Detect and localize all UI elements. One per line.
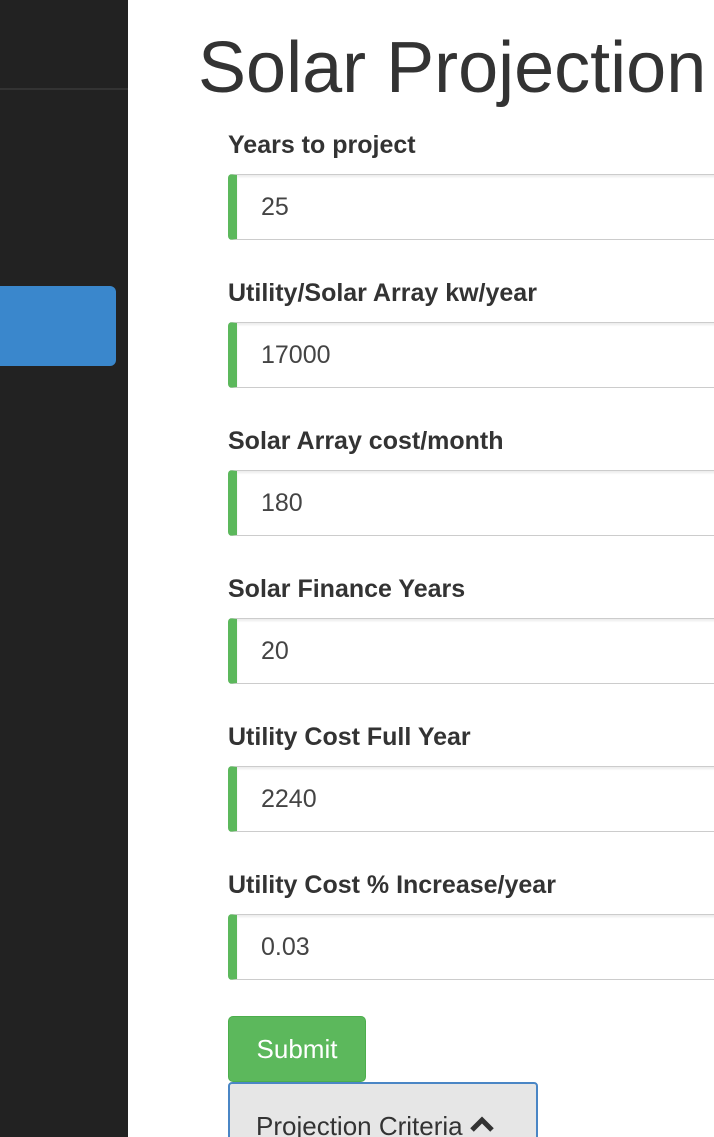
chevron-up-icon [469,1109,495,1137]
finance-years-input[interactable] [228,618,714,684]
years-to-project-input[interactable] [228,174,714,240]
utility-increase-input[interactable] [228,914,714,980]
field-label: Utility/Solar Array kw/year [228,279,537,307]
sidebar-divider [0,88,128,90]
submit-button[interactable]: Submit [228,1016,366,1082]
field-utility-increase: Utility Cost % Increase/year [228,870,714,980]
projection-criteria-label: Projection Criteria [256,1110,463,1137]
field-kw-per-year: Utility/Solar Array kw/year [228,278,714,388]
main-content: Solar Projection Years to project Utilit… [128,0,714,1137]
sidebar [0,0,128,1137]
projection-criteria-toggle[interactable]: Projection Criteria [228,1082,538,1137]
field-label: Solar Array cost/month [228,427,504,455]
field-array-cost-month: Solar Array cost/month [228,426,714,536]
field-utility-cost-year: Utility Cost Full Year [228,722,714,832]
kw-per-year-input[interactable] [228,322,714,388]
field-label: Years to project [228,131,416,159]
field-label: Solar Finance Years [228,575,466,603]
field-label: Utility Cost % Increase/year [228,871,556,899]
field-finance-years: Solar Finance Years [228,574,714,684]
utility-cost-year-input[interactable] [228,766,714,832]
field-label: Utility Cost Full Year [228,723,471,751]
field-years-to-project: Years to project [228,130,714,240]
array-cost-month-input[interactable] [228,470,714,536]
page-title: Solar Projection [198,28,707,108]
sidebar-active-item[interactable] [0,286,116,366]
